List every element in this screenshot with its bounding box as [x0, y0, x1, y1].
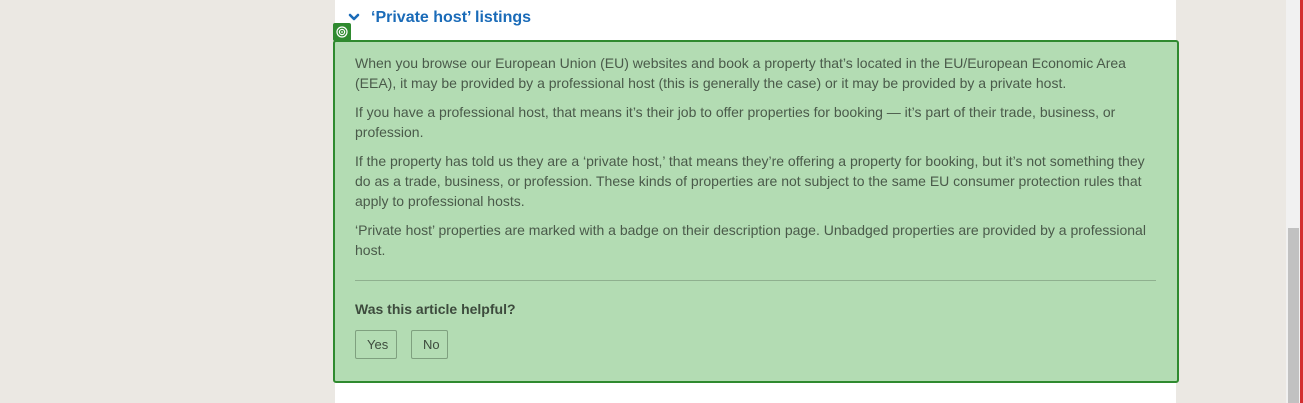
- faq-title[interactable]: ‘Private host’ listings: [371, 9, 531, 27]
- faq-answer: When you browse our European Union (EU) …: [355, 53, 1155, 269]
- target-icon: [333, 23, 351, 41]
- answer-paragraph: ‘Private host’ properties are marked wit…: [355, 222, 1146, 258]
- no-button[interactable]: No: [411, 330, 448, 359]
- scrollbar-thumb[interactable]: [1288, 228, 1299, 403]
- answer-paragraph: When you browse our European Union (EU) …: [355, 55, 1126, 91]
- yes-button[interactable]: Yes: [355, 330, 397, 359]
- faq-toggle[interactable]: ‘Private host’ listings: [345, 6, 531, 30]
- answer-paragraph: If you have a professional host, that me…: [355, 104, 1116, 140]
- divider: [355, 280, 1156, 281]
- page: ‘Private host’ listings When you browse …: [0, 0, 1303, 403]
- helpful-question: Was this article helpful?: [355, 301, 516, 317]
- answer-paragraph: If the property has told us they are a ‘…: [355, 153, 1145, 209]
